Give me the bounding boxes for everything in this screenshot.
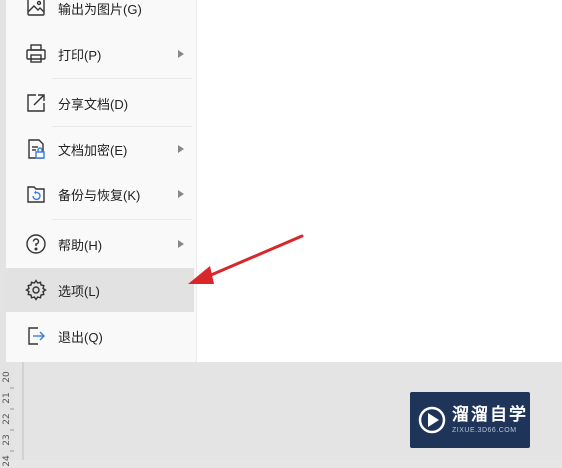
watermark-logo: 溜溜自学 ZIXUE.3D66.COM (410, 392, 530, 448)
play-logo-icon (418, 406, 446, 434)
watermark-title: 溜溜自学 (452, 405, 528, 424)
watermark-url: ZIXUE.3D66.COM (452, 427, 517, 434)
annotation-arrow (188, 234, 304, 284)
